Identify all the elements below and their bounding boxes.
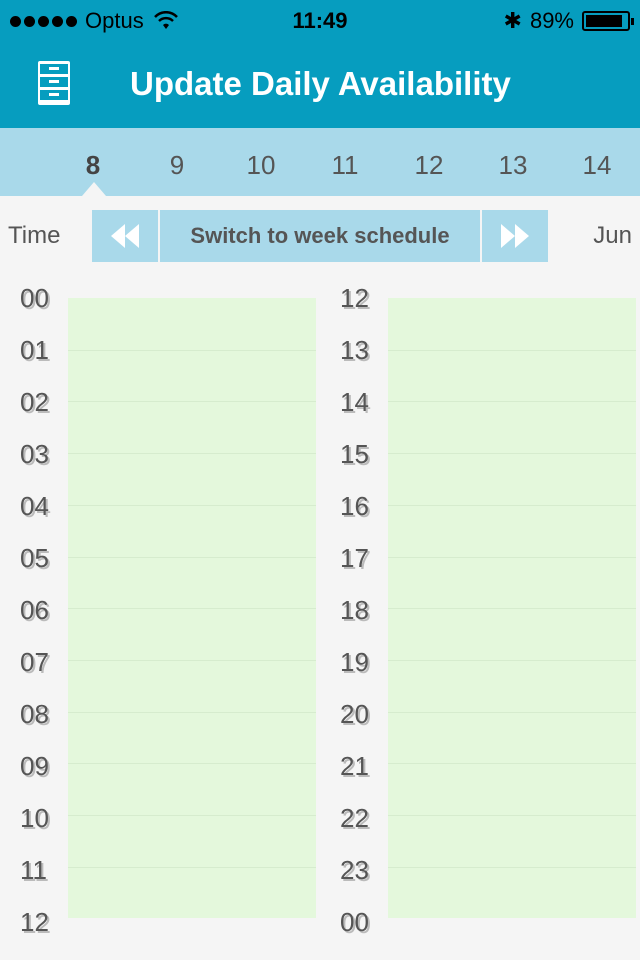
status-right: ✱ 89% — [503, 8, 634, 34]
hour-label: 04 — [20, 491, 49, 521]
day-tab[interactable]: 8 — [63, 150, 123, 181]
fast-forward-icon — [501, 224, 529, 248]
battery-percent: 89% — [529, 8, 574, 33]
hour-label: 23 — [340, 855, 369, 885]
hour-gridline — [68, 711, 316, 713]
page-title: Update Daily Availability — [130, 65, 511, 102]
hour-label: 03 — [20, 439, 49, 469]
time-label: Time — [8, 222, 61, 249]
hour-label: 00 — [340, 907, 369, 937]
hour-labels-am: 00 01 02 03 04 05 06 07 08 09 10 11 12 — [20, 283, 49, 959]
day-tab[interactable]: 10 — [231, 150, 291, 181]
hour-gridline — [68, 556, 316, 558]
rewind-icon — [111, 224, 139, 248]
hour-label: 02 — [20, 387, 49, 417]
selected-day-pointer — [82, 182, 106, 196]
hour-gridline — [68, 453, 316, 455]
hour-gridline — [388, 556, 636, 558]
hour-label: 18 — [340, 595, 369, 625]
hour-label: 19 — [340, 647, 369, 677]
hour-label: 20 — [340, 699, 369, 729]
hour-label: 17 — [340, 543, 369, 573]
schedule-grid-pm[interactable] — [388, 298, 636, 918]
hour-gridline — [68, 349, 316, 351]
hour-gridline — [388, 504, 636, 506]
hour-label: 06 — [20, 595, 49, 625]
hour-label: 11 — [20, 855, 47, 885]
day-tab[interactable]: 13 — [483, 150, 543, 181]
hour-label: 07 — [20, 647, 49, 677]
cabinet-icon[interactable] — [36, 60, 72, 106]
battery-icon — [582, 11, 634, 31]
hour-label: 00 — [20, 283, 49, 313]
hour-label: 01 — [20, 335, 49, 365]
hour-label: 08 — [20, 699, 49, 729]
hour-gridline — [388, 815, 636, 816]
hour-label: 12 — [340, 283, 369, 313]
hour-label: 16 — [340, 491, 369, 521]
day-tab[interactable]: 9 — [147, 150, 207, 181]
hour-label: 10 — [20, 803, 49, 833]
switch-to-week-button[interactable]: Switch to week schedule — [160, 210, 480, 262]
hour-label: 13 — [340, 335, 369, 365]
header: Update Daily Availability — [0, 40, 640, 128]
hour-gridline — [68, 504, 316, 506]
hour-gridline — [388, 711, 636, 713]
hour-labels-pm: 12 13 14 15 16 17 18 19 20 21 22 23 00 — [340, 283, 369, 959]
hour-label: 22 — [340, 803, 369, 833]
hour-label: 09 — [20, 751, 49, 781]
schedule-grid-am[interactable] — [68, 298, 316, 918]
hour-gridline — [388, 866, 636, 868]
bluetooth-icon: ✱ — [503, 8, 522, 33]
battery-fill — [586, 15, 622, 27]
month-label: Jun — [593, 222, 632, 249]
hour-gridline — [68, 763, 316, 765]
hour-gridline — [68, 815, 316, 816]
day-tab[interactable]: 11 — [315, 150, 375, 181]
hour-gridline — [68, 866, 316, 868]
day-tab[interactable]: 12 — [399, 150, 459, 181]
hour-gridline — [68, 608, 316, 610]
top-bar: Optus 11:49 ✱ 89% Update Daily Availabil… — [0, 0, 640, 128]
hour-gridline — [388, 453, 636, 455]
day-tab[interactable]: 14 — [567, 150, 627, 181]
hour-gridline — [388, 401, 636, 403]
hour-label: 15 — [340, 439, 369, 469]
hour-gridline — [388, 349, 636, 351]
status-bar: Optus 11:49 ✱ 89% — [0, 0, 640, 40]
hour-gridline — [388, 763, 636, 765]
hour-label: 14 — [340, 387, 369, 417]
next-button[interactable] — [482, 210, 548, 262]
hour-label: 05 — [20, 543, 49, 573]
hour-label: 12 — [20, 907, 49, 937]
hour-gridline — [68, 401, 316, 403]
hour-gridline — [388, 659, 636, 661]
previous-button[interactable] — [92, 210, 158, 262]
hour-gridline — [68, 659, 316, 661]
hour-label: 21 — [340, 751, 369, 781]
hour-gridline — [388, 608, 636, 610]
